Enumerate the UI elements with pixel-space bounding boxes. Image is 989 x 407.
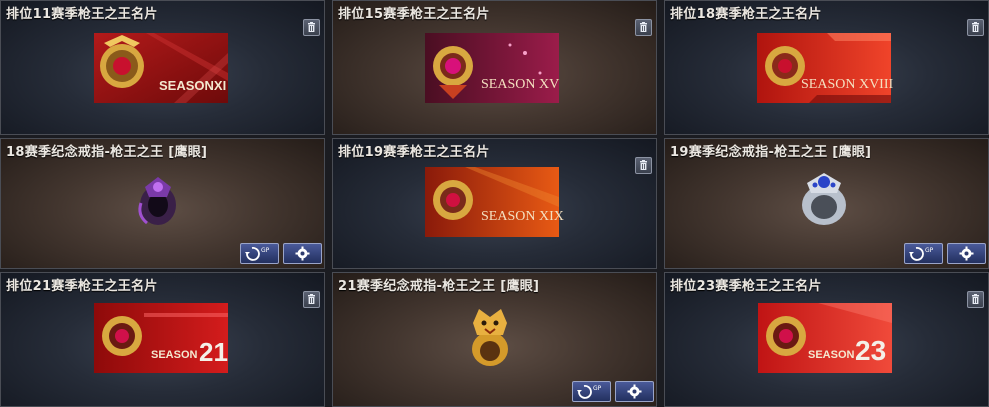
delete-button[interactable] bbox=[635, 19, 652, 36]
trash-icon bbox=[972, 294, 979, 304]
settings-button[interactable] bbox=[947, 243, 986, 264]
delete-button[interactable] bbox=[967, 19, 984, 36]
season-label: SEASON bbox=[808, 349, 855, 361]
ring-image bbox=[465, 305, 515, 373]
gear-icon bbox=[959, 246, 974, 261]
season-label: SEASONXI bbox=[159, 78, 227, 93]
card-title: 排位11赛季枪王之王名片 bbox=[6, 7, 158, 22]
delete-button[interactable] bbox=[303, 291, 320, 308]
ring-image bbox=[133, 175, 183, 231]
trash-icon bbox=[640, 22, 647, 32]
season-label: SEASON XVIII bbox=[801, 77, 894, 92]
card-season-21-namecard[interactable]: 排位21赛季枪王之王名片 SEASON 21 bbox=[0, 272, 325, 407]
season-label: SEASON XIX bbox=[481, 209, 564, 224]
card-season-19-ring[interactable]: 19赛季纪念戒指-枪王之王 [鹰眼] GP bbox=[664, 138, 989, 269]
card-season-21-ring[interactable]: 21赛季纪念戒指-枪王之王 [鹰眼] GP bbox=[332, 272, 657, 407]
trash-icon bbox=[308, 22, 315, 32]
card-title: 19赛季纪念戒指-枪王之王 [鹰眼] bbox=[670, 145, 872, 160]
gp-convert-button[interactable]: GP bbox=[904, 243, 943, 264]
card-title: 18赛季纪念戒指-枪王之王 [鹰眼] bbox=[6, 145, 208, 160]
gp-label: GP bbox=[593, 385, 602, 392]
season-label: SEASON XV bbox=[481, 77, 560, 92]
gp-convert-button[interactable]: GP bbox=[240, 243, 279, 264]
card-title: 排位19赛季枪王之王名片 bbox=[338, 145, 490, 160]
card-season-18-namecard[interactable]: 排位18赛季枪王之王名片 SEASON XVIII bbox=[664, 0, 989, 135]
card-title: 排位18赛季枪王之王名片 bbox=[670, 7, 822, 22]
card-season-11-namecard[interactable]: 排位11赛季枪王之王名片 SEASONXI bbox=[0, 0, 325, 135]
gp-convert-button[interactable]: GP bbox=[572, 381, 611, 402]
gp-convert-icon: GP bbox=[577, 385, 602, 399]
gear-icon bbox=[627, 384, 642, 399]
trash-icon bbox=[308, 294, 315, 304]
gp-label: GP bbox=[925, 247, 934, 254]
season-label: SEASON bbox=[151, 349, 198, 361]
card-title: 排位23赛季枪王之王名片 bbox=[670, 279, 822, 294]
settings-button[interactable] bbox=[615, 381, 654, 402]
gp-convert-icon: GP bbox=[245, 247, 270, 261]
card-title: 排位15赛季枪王之王名片 bbox=[338, 7, 490, 22]
card-title: 21赛季纪念戒指-枪王之王 [鹰眼] bbox=[338, 279, 540, 294]
gear-icon bbox=[295, 246, 310, 261]
settings-button[interactable] bbox=[283, 243, 322, 264]
trash-icon bbox=[640, 160, 647, 170]
ring-image bbox=[793, 169, 855, 233]
card-season-18-ring[interactable]: 18赛季纪念戒指-枪王之王 [鹰眼] GP bbox=[0, 138, 325, 269]
trash-icon bbox=[972, 22, 979, 32]
gp-convert-icon: GP bbox=[909, 247, 934, 261]
card-season-19-namecard[interactable]: 排位19赛季枪王之王名片 SEASON XIX bbox=[332, 138, 657, 269]
card-season-15-namecard[interactable]: 排位15赛季枪王之王名片 SEASON XV bbox=[332, 0, 657, 135]
delete-button[interactable] bbox=[635, 157, 652, 174]
delete-button[interactable] bbox=[303, 19, 320, 36]
delete-button[interactable] bbox=[967, 291, 984, 308]
season-number: 23 bbox=[855, 335, 887, 366]
gp-label: GP bbox=[261, 247, 270, 254]
season-banner bbox=[425, 167, 559, 237]
season-number: 21 bbox=[199, 337, 228, 367]
card-title: 排位21赛季枪王之王名片 bbox=[6, 279, 158, 294]
card-season-23-namecard[interactable]: 排位23赛季枪王之王名片 SEASON 23 bbox=[664, 272, 989, 407]
